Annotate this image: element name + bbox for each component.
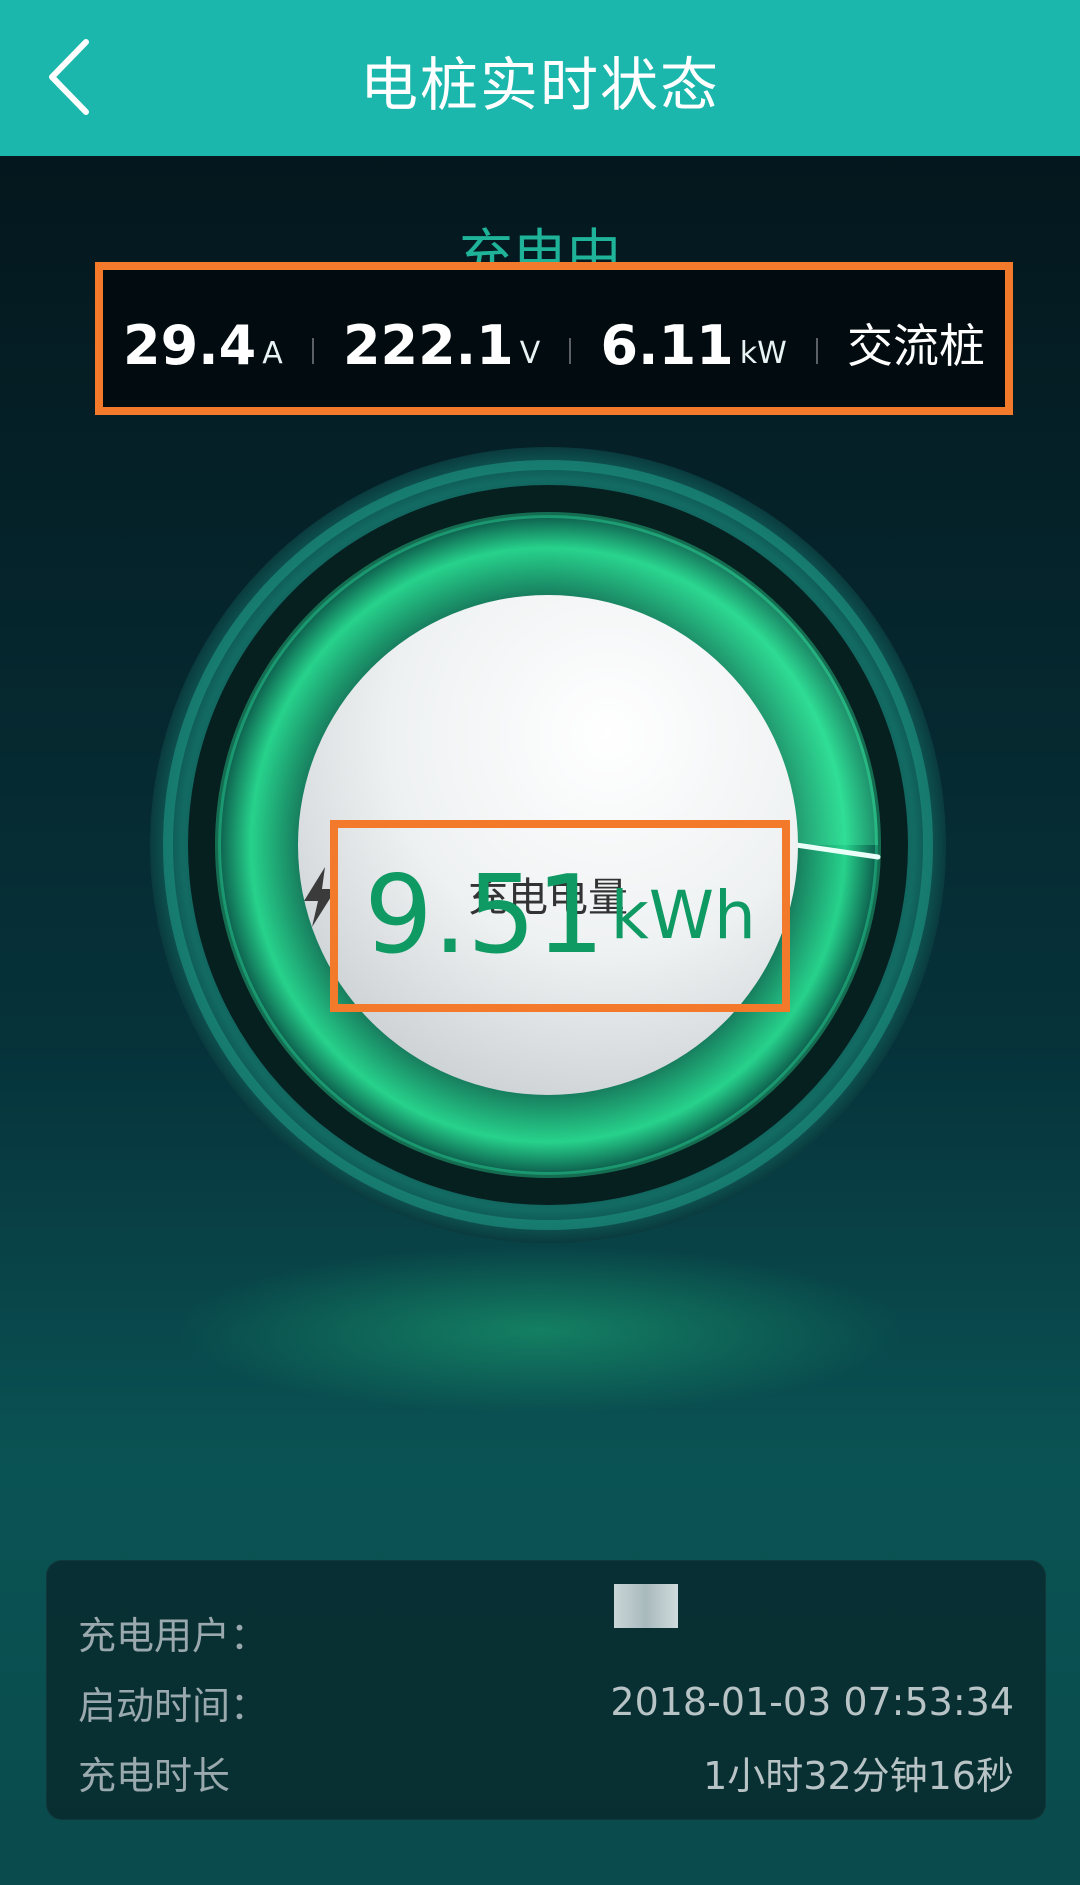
stat-divider bbox=[311, 338, 314, 364]
energy-value: 9.51 bbox=[364, 853, 605, 978]
pile-type: 交流桩 bbox=[846, 319, 985, 373]
info-row-user: 充电用户： bbox=[78, 1602, 1014, 1662]
info-row-duration: 充电时长 1小时32分钟16秒 bbox=[78, 1742, 1014, 1802]
power-stat: 6.11 kW bbox=[600, 318, 786, 374]
page-title: 电桩实时状态 bbox=[359, 51, 720, 119]
pile-type-stat: 交流桩 bbox=[847, 318, 985, 374]
duration-value: 1小时32分钟16秒 bbox=[703, 1753, 1014, 1798]
start-time-value: 2018-01-03 07:53:34 bbox=[610, 1680, 1014, 1724]
energy-value-box: 9.51 kWh bbox=[330, 820, 790, 1012]
power-value: 6.11 bbox=[600, 314, 734, 377]
user-label: 充电用户： bbox=[78, 1613, 269, 1658]
info-row-start-time: 启动时间： 2018-01-03 07:53:34 bbox=[78, 1672, 1014, 1732]
current-unit: A bbox=[262, 336, 283, 371]
duration-label: 充电时长 bbox=[78, 1753, 231, 1798]
power-unit: kW bbox=[739, 336, 787, 371]
header-bar: 电桩实时状态 bbox=[0, 0, 1080, 156]
current-value: 29.4 bbox=[123, 314, 257, 377]
start-time-label: 启动时间： bbox=[78, 1683, 269, 1728]
live-stats-panel: 29.4 A 222.1 V 6.11 kW 交流桩 bbox=[95, 262, 1013, 415]
stat-divider bbox=[569, 338, 572, 364]
voltage-stat: 222.1 V bbox=[343, 318, 540, 374]
charging-status-screen: 电桩实时状态 充电中 29.4 A 222.1 V 6.11 kW 交流桩 充电… bbox=[0, 0, 1080, 1885]
energy-unit: kWh bbox=[610, 877, 756, 954]
current-stat: 29.4 A bbox=[123, 318, 283, 374]
stats-row: 29.4 A 222.1 V 6.11 kW 交流桩 bbox=[123, 314, 985, 374]
voltage-value: 222.1 bbox=[342, 314, 514, 377]
voltage-unit: V bbox=[519, 336, 541, 371]
stat-divider bbox=[815, 338, 818, 364]
charging-info-card: 充电用户： 启动时间： 2018-01-03 07:53:34 充电时长 1小时… bbox=[46, 1560, 1046, 1820]
